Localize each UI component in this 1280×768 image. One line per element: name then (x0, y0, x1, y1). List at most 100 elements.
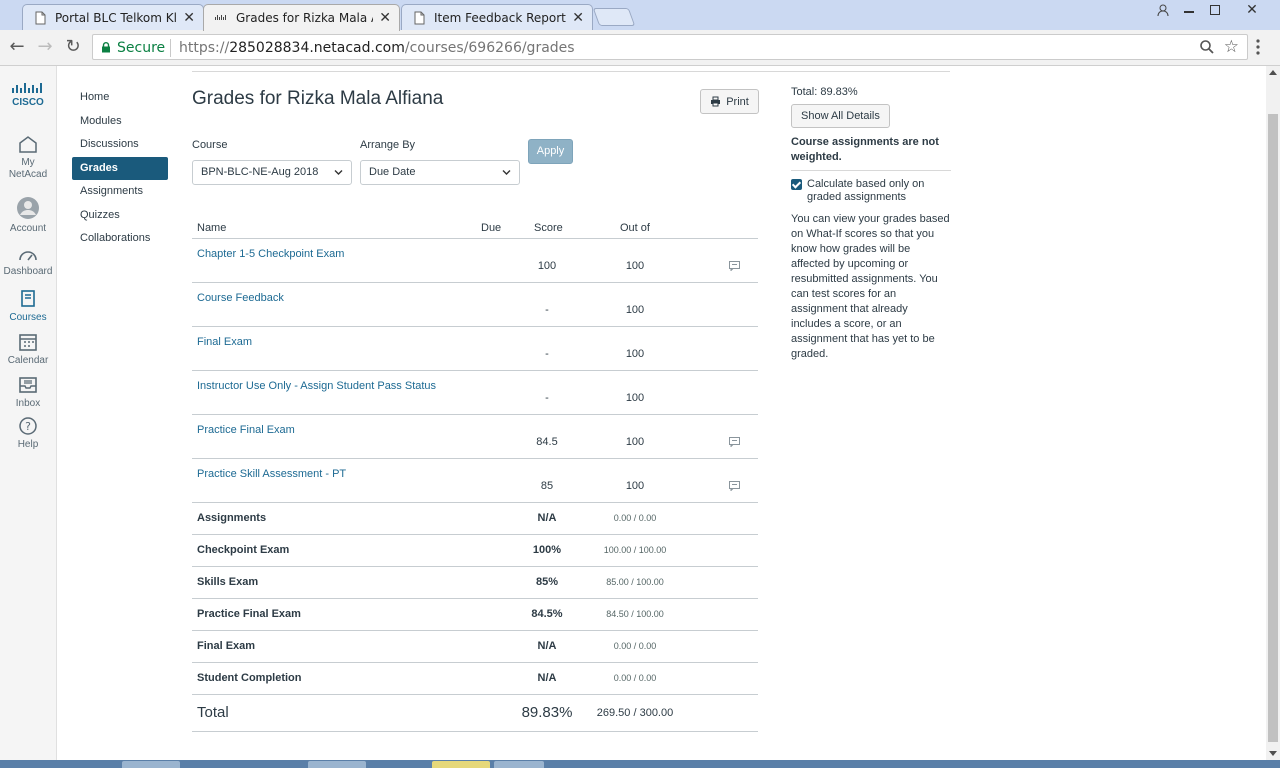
assignment-score[interactable]: 85 (522, 480, 572, 492)
course-nav-discussions[interactable]: Discussions (72, 133, 168, 157)
assignment-link[interactable]: Practice Final Exam (197, 424, 295, 436)
back-icon[interactable]: ← (5, 36, 29, 58)
course-nav-quizzes[interactable]: Quizzes (72, 204, 168, 228)
tab-close-icon[interactable]: ✕ (379, 10, 391, 26)
reload-icon[interactable]: ↻ (61, 36, 85, 58)
url-separator (170, 39, 171, 57)
printer-icon (711, 96, 721, 107)
profile-icon[interactable] (1150, 0, 1176, 20)
restore-icon[interactable] (1202, 0, 1228, 20)
new-tab-button[interactable] (592, 8, 636, 26)
global-nav-my-netacad[interactable]: My NetAcad (0, 134, 56, 181)
table-row: Instructor Use Only - Assign Student Pas… (192, 371, 758, 415)
taskbar-button[interactable] (308, 761, 366, 768)
close-window-icon[interactable]: ✕ (1232, 0, 1272, 20)
help-icon: ? (19, 417, 37, 435)
course-select[interactable]: BPN-BLC-NE-Aug 2018 (192, 160, 352, 185)
group-points: 84.50 / 100.00 (606, 609, 664, 619)
courses-icon (21, 290, 35, 307)
group-name: Checkpoint Exam (197, 544, 290, 556)
scroll-up-arrow-icon[interactable] (1269, 70, 1277, 75)
page-icon (414, 11, 425, 24)
bookmark-star-icon[interactable]: ☆ (1224, 37, 1239, 57)
cisco-logo[interactable]: CISCO (0, 82, 56, 111)
assignment-score[interactable]: - (522, 392, 572, 404)
global-nav-account[interactable]: Account (0, 196, 56, 234)
global-nav-label: My NetAcad (8, 157, 48, 180)
assignment-link[interactable]: Practice Skill Assessment - PT (197, 468, 346, 480)
url-text[interactable]: https://285028834.netacad.com/courses/69… (179, 40, 575, 56)
table-row: Practice Final Exam 84.5 100 (192, 415, 758, 459)
assignment-out-of: 100 (625, 480, 645, 492)
comment-icon[interactable] (729, 261, 740, 271)
global-nav-calendar[interactable]: Calendar (0, 332, 56, 366)
course-nav-assignments[interactable]: Assignments (72, 180, 168, 204)
page-icon (35, 11, 46, 24)
grades-table: Name Due Score Out of Chapter 1-5 Checkp… (192, 216, 758, 732)
taskbar-button[interactable] (122, 761, 180, 768)
global-nav-dashboard[interactable]: Dashboard (0, 247, 56, 277)
assignment-score[interactable]: - (522, 304, 572, 316)
browser-menu-icon[interactable] (1255, 38, 1261, 56)
show-all-details-button[interactable]: Show All Details (791, 104, 890, 128)
calculate-graded-only-option[interactable]: Calculate based only on graded assignmen… (791, 178, 951, 204)
browser-tab-strip: Portal BLC Telkom Klaten ✕ Grades for Ri… (0, 0, 1280, 31)
group-points: 100.00 / 100.00 (603, 545, 667, 555)
course-nav-collaborations[interactable]: Collaborations (72, 227, 168, 251)
total-points: 269.50 / 300.00 (596, 707, 674, 719)
calculate-graded-only-label[interactable]: Calculate based only on graded assignmen… (807, 178, 951, 204)
arrange-by-select[interactable]: Due Date (360, 160, 520, 185)
zoom-icon[interactable] (1199, 39, 1215, 55)
browser-toolbar: ← → ↻ Secure https://285028834.netacad.c… (0, 30, 1280, 66)
forward-icon[interactable]: → (33, 36, 57, 58)
scroll-down-arrow-icon[interactable] (1269, 751, 1277, 756)
scrollbar-thumb[interactable] (1268, 114, 1278, 742)
assignment-link[interactable]: Instructor Use Only - Assign Student Pas… (197, 380, 436, 392)
url-host: 285028834.netacad.com (229, 40, 405, 56)
calendar-icon (19, 334, 37, 351)
global-nav-help[interactable]: ? Help (0, 416, 56, 450)
group-name: Practice Final Exam (197, 608, 301, 620)
apply-button[interactable]: Apply (528, 139, 573, 164)
global-nav-label: Dashboard (3, 266, 53, 277)
top-divider (192, 71, 950, 72)
comment-icon[interactable] (729, 437, 740, 447)
course-nav-grades[interactable]: Grades (72, 156, 168, 180)
page-scrollbar[interactable] (1266, 66, 1280, 760)
tab-title: Portal BLC Telkom Klaten (55, 10, 177, 25)
assignment-link[interactable]: Chapter 1-5 Checkpoint Exam (197, 248, 344, 260)
chevron-down-icon (334, 170, 343, 175)
course-nav-home[interactable]: Home (72, 86, 168, 110)
taskbar-button[interactable] (494, 761, 544, 768)
global-nav-courses[interactable]: Courses (0, 289, 56, 323)
tab-close-icon[interactable]: ✕ (572, 10, 584, 26)
course-nav-modules[interactable]: Modules (72, 110, 168, 134)
tab-close-icon[interactable]: ✕ (183, 10, 195, 26)
taskbar-button[interactable] (432, 761, 490, 768)
global-nav-label: Inbox (15, 398, 41, 409)
group-score: N/A (537, 640, 557, 652)
assignment-score[interactable]: - (522, 348, 572, 360)
svg-text:?: ? (25, 420, 31, 433)
group-score: N/A (537, 512, 557, 524)
global-nav-inbox[interactable]: Inbox (0, 375, 56, 409)
address-bar[interactable]: Secure https://285028834.netacad.com/cou… (92, 34, 1248, 60)
minimize-icon[interactable] (1176, 0, 1202, 20)
print-button[interactable]: Print (700, 89, 759, 114)
tab-item-feedback[interactable]: Item Feedback Report ✕ (401, 4, 593, 30)
table-header: Name Due Score Out of (192, 216, 758, 239)
group-points: 0.00 / 0.00 (613, 513, 657, 523)
calculate-graded-only-checkbox[interactable] (791, 179, 802, 190)
comment-icon[interactable] (729, 481, 740, 491)
home-icon (19, 136, 37, 153)
assignment-score[interactable]: 84.5 (522, 436, 572, 448)
assignment-score[interactable]: 100 (522, 260, 572, 272)
tab-portal-blc[interactable]: Portal BLC Telkom Klaten ✕ (22, 4, 204, 30)
tab-grades[interactable]: Grades for Rizka Mala Alfiana ✕ (203, 4, 400, 31)
final-total-row: Total 89.83% 269.50 / 300.00 (192, 695, 758, 732)
group-total-row: Final Exam N/A 0.00 / 0.00 (192, 631, 758, 663)
assignment-link[interactable]: Final Exam (197, 336, 252, 348)
assignment-link[interactable]: Course Feedback (197, 292, 284, 304)
arrange-select-label: Arrange By (360, 139, 416, 151)
total-score: 89.83% (521, 704, 573, 721)
